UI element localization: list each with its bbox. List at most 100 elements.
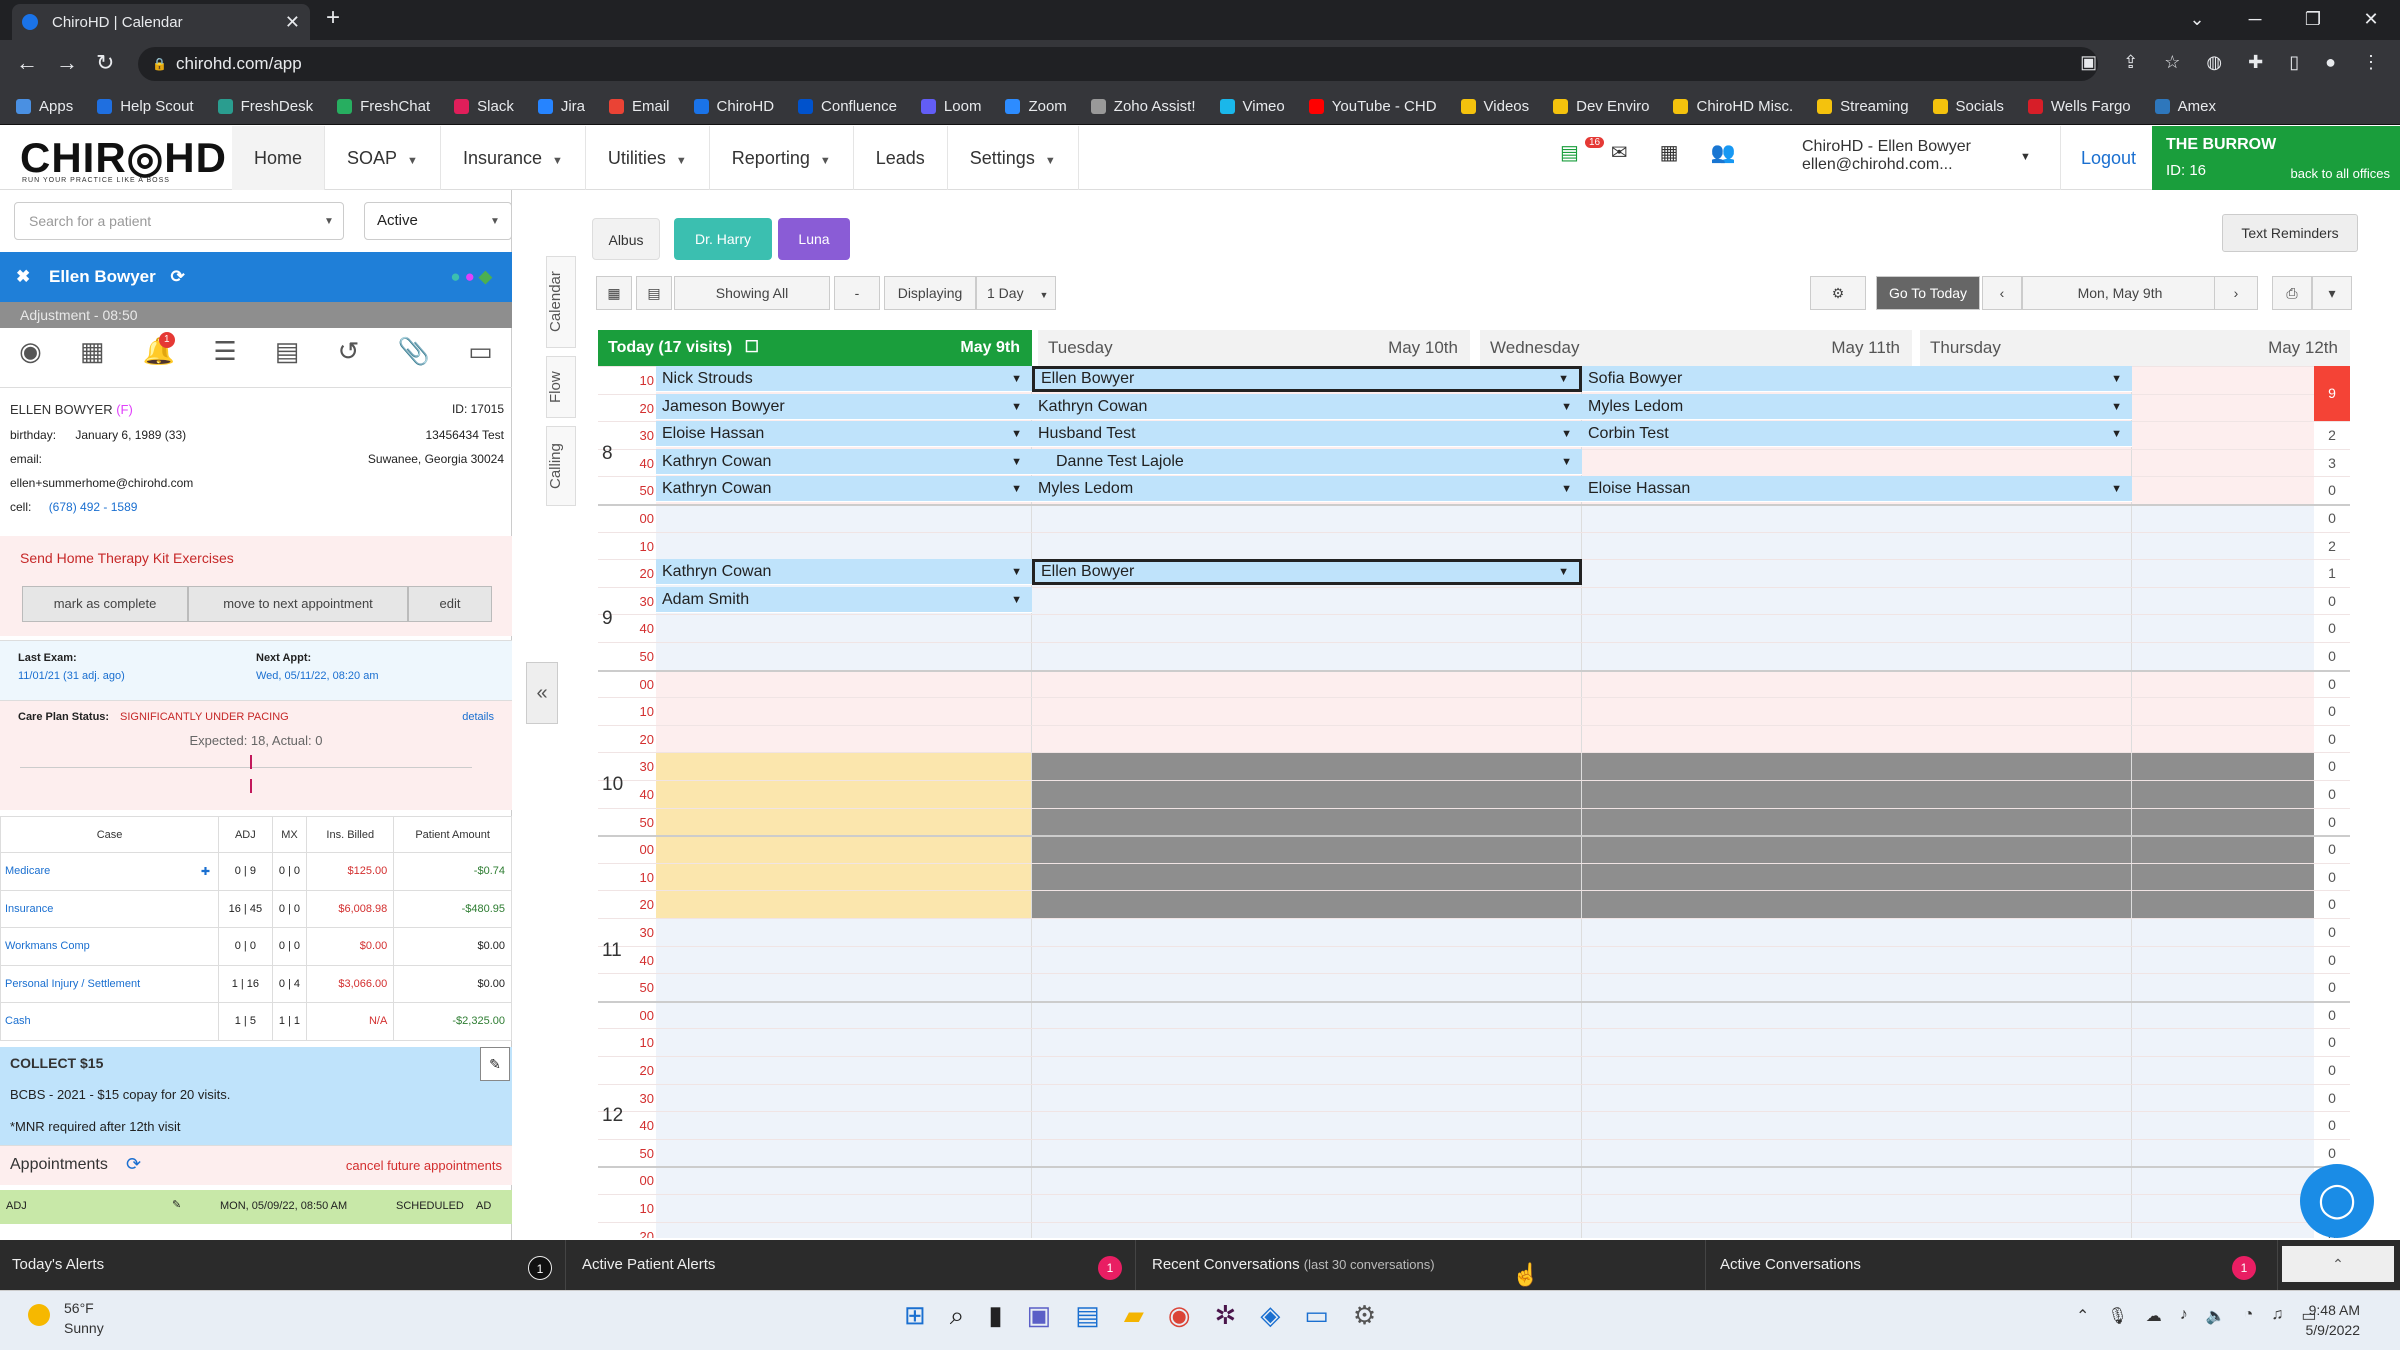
appointment-dropdown-icon[interactable]: ▼ <box>1011 587 1022 613</box>
day-column-cell[interactable] <box>2132 643 2314 671</box>
grid-view-icon[interactable]: ▤ <box>636 276 672 310</box>
day-column-cell[interactable] <box>656 1195 1032 1223</box>
day-column-cell[interactable] <box>1032 1139 1582 1168</box>
menu-item-insurance[interactable]: Insurance ▼ <box>441 126 586 190</box>
close-patient-icon[interactable]: ✖ <box>16 267 30 286</box>
day-column-cell[interactable] <box>1032 919 1582 947</box>
provider-tab-dr-harry[interactable]: Dr. Harry <box>674 218 772 260</box>
day-column-cell[interactable] <box>656 1001 1032 1030</box>
table-row[interactable]: Personal Injury / Settlement 1 | 16 0 | 4 $… <box>0 964 512 1003</box>
cancel-future-link[interactable]: cancel future appointments <box>346 1158 502 1173</box>
edit-collect-icon[interactable]: ✎ <box>480 1047 510 1081</box>
bookmark-item[interactable]: Streaming <box>1817 98 1909 115</box>
appointment-row[interactable]: ADJ ✎ MON, 05/09/22, 08:50 AM SCHEDULED … <box>0 1190 512 1224</box>
users-icon[interactable]: 👥 <box>1711 140 1736 165</box>
day-column-cell[interactable] <box>1032 670 1582 699</box>
appointment[interactable]: Corbin Test ▼ <box>1582 421 2132 448</box>
day-column-cell[interactable] <box>2132 753 2314 781</box>
displaying-select[interactable]: 1 Day ▼ <box>976 276 1056 310</box>
day-column-cell[interactable] <box>1032 808 1582 837</box>
refresh-appointments-icon[interactable]: ⟳ <box>126 1154 141 1175</box>
care-plan-details-link[interactable]: details <box>462 711 494 723</box>
day-column-cell[interactable] <box>1582 946 2132 975</box>
settings-gear-icon[interactable]: ⚙ <box>1810 276 1866 310</box>
appointment[interactable]: Kathryn Cowan ▼ <box>656 476 1032 503</box>
day-column-cell[interactable] <box>1032 1001 1582 1030</box>
appointment[interactable]: Ellen Bowyer ▼ <box>1032 559 1582 586</box>
menu-item-settings[interactable]: Settings ▼ <box>948 126 1079 190</box>
day-column-cell[interactable] <box>656 891 1032 919</box>
go-to-today-button[interactable]: Go To Today <box>1876 276 1980 310</box>
day-column-cell[interactable] <box>1582 587 2132 616</box>
wifi-icon[interactable]: ◔ <box>2244 1306 2254 1326</box>
day-column-cell[interactable] <box>656 643 1032 671</box>
appointment-dropdown-icon[interactable]: ▼ <box>1011 366 1022 392</box>
day-column-cell[interactable] <box>2132 560 2314 588</box>
day-column-cell[interactable] <box>1582 863 2132 892</box>
day-column-cell[interactable] <box>656 698 1032 726</box>
day-column-cell[interactable] <box>1582 698 2132 726</box>
app-icon[interactable]: ◈ <box>1260 1300 1280 1332</box>
appointment-dropdown-icon[interactable]: ▼ <box>1561 421 1572 447</box>
table-row[interactable]: Medicare ✚ 0 | 90 | 0 $125.00 -$0.74 <box>0 852 512 891</box>
search-icon[interactable]: ⌕ <box>950 1300 965 1332</box>
day-header-wednesday[interactable]: Wednesday May 11th <box>1480 330 1912 366</box>
day-column-cell[interactable] <box>1582 449 2132 478</box>
print-icon[interactable]: ⎙ <box>2272 276 2312 310</box>
payment-icon[interactable]: ▭ <box>468 336 493 387</box>
expand-bar-icon[interactable]: ⌃ <box>2282 1246 2394 1282</box>
bookmark-item[interactable]: Socials <box>1932 98 2004 115</box>
appointment-dropdown-icon[interactable]: ▼ <box>1011 394 1022 420</box>
active-conversations-tab[interactable]: Active Conversations 1 <box>1708 1240 2278 1290</box>
day-column-cell[interactable] <box>2132 836 2314 864</box>
day-column-cell[interactable] <box>656 670 1032 699</box>
onedrive-icon[interactable]: ☁ <box>2146 1306 2162 1326</box>
star-icon[interactable]: ☆ <box>2164 52 2180 73</box>
appointment[interactable]: Myles Ledom ▼ <box>1032 476 1582 503</box>
day-column-cell[interactable] <box>2132 505 2314 533</box>
day-column-cell[interactable] <box>2132 1084 2314 1113</box>
minimize-icon[interactable]: ─ <box>2226 0 2284 40</box>
widgets-icon[interactable]: ▤ <box>1075 1300 1100 1332</box>
day-column-cell[interactable] <box>2132 974 2314 1002</box>
day-column-cell[interactable] <box>656 1057 1032 1085</box>
appointment[interactable]: Sofia Bowyer ▼ <box>1582 366 2132 392</box>
list-view-icon[interactable]: ▦ <box>596 276 632 310</box>
day-column-cell[interactable] <box>1032 1195 1582 1223</box>
microphone-icon[interactable]: 🎙 <box>2107 1306 2127 1326</box>
document-icon[interactable]: ▦ <box>1660 140 1679 165</box>
edit-task-button[interactable]: edit <box>408 586 492 622</box>
bookmark-item[interactable]: Vimeo <box>1219 98 1285 115</box>
day-column-cell[interactable] <box>1582 1195 2132 1223</box>
day-column-cell[interactable] <box>1032 781 1582 809</box>
day-column-cell[interactable] <box>1582 919 2132 947</box>
current-date-display[interactable]: Mon, May 9th <box>2022 276 2218 310</box>
day-column-cell[interactable] <box>656 863 1032 892</box>
day-column-cell[interactable] <box>2132 1112 2314 1140</box>
day-column-cell[interactable] <box>656 505 1032 533</box>
reload-icon[interactable]: ↻ <box>96 50 114 76</box>
day-column-cell[interactable] <box>2132 1139 2314 1168</box>
settings-icon[interactable]: ⚙ <box>1353 1300 1376 1332</box>
day-column-cell[interactable] <box>1582 615 2132 643</box>
day-column-cell[interactable] <box>2132 946 2314 975</box>
day-column-cell[interactable] <box>2132 919 2314 947</box>
day-column-cell[interactable] <box>2132 808 2314 837</box>
bookmark-item[interactable]: Confluence <box>798 98 897 115</box>
day-column-cell[interactable] <box>1582 836 2132 864</box>
day-column-cell[interactable] <box>1032 1222 1582 1238</box>
day-column-cell[interactable] <box>1032 753 1582 781</box>
provider-tab-luna[interactable]: Luna <box>778 218 850 260</box>
tab-calendar[interactable]: Calendar <box>546 256 576 348</box>
day-column-cell[interactable] <box>2132 891 2314 919</box>
day-column-cell[interactable] <box>656 836 1032 864</box>
speaker-icon[interactable]: ♫ <box>2271 1306 2283 1326</box>
sidebar-icon[interactable]: ▯ <box>2289 52 2299 73</box>
weather-widget[interactable]: 56°F Sunny <box>22 1298 104 1338</box>
back-to-offices-link[interactable]: back to all offices <box>2291 166 2390 181</box>
day-column-cell[interactable] <box>1582 725 2132 754</box>
bookmark-item[interactable]: Jira <box>537 98 585 115</box>
day-column-cell[interactable] <box>1032 836 1582 864</box>
day-column-cell[interactable] <box>1582 1001 2132 1030</box>
mail-icon[interactable]: ✉ <box>1611 140 1628 165</box>
